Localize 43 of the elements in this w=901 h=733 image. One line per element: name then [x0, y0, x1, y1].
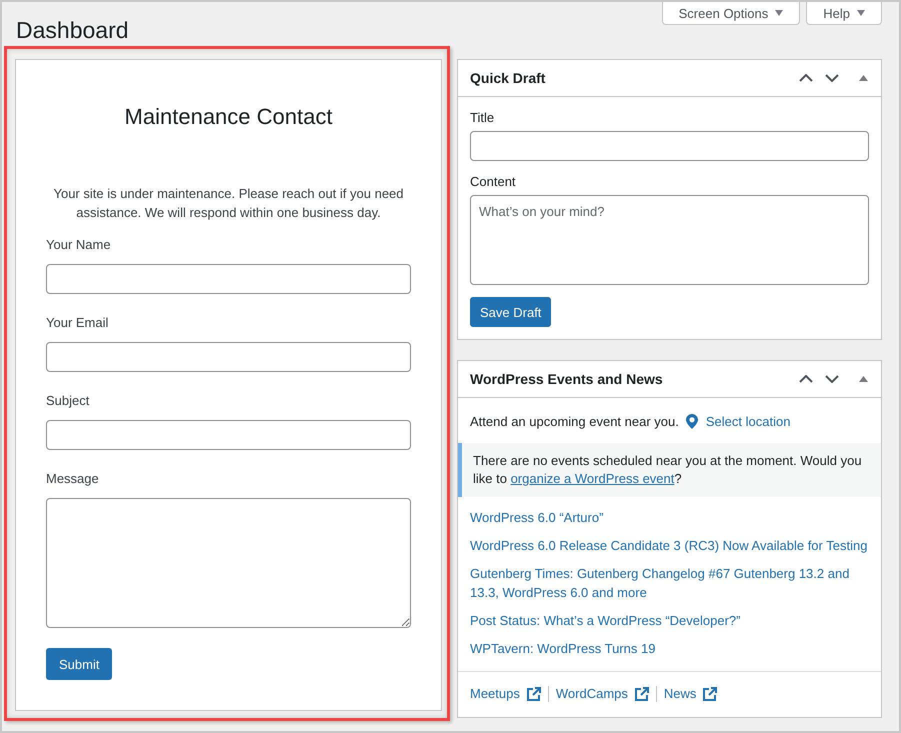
notice-text: There are no events scheduled near you at the moment. Would you like to organize a WordPress event? [473, 452, 863, 488]
external-link-icon [526, 686, 541, 700]
dropdown-button[interactable]: Screen Options [662, 2, 800, 25]
chevron-down-icon [825, 375, 839, 383]
field-label: Your Email [46, 314, 108, 332]
location-pin-icon [686, 414, 698, 429]
field-label: Subject [46, 392, 90, 410]
panel-title: Quick Draft [470, 68, 546, 88]
message-field[interactable] [46, 498, 411, 628]
form-intro: Your site is under maintenance. Please reach out if you need assistance. We will respond within one business day. [52, 185, 405, 222]
chevron-up-icon [799, 375, 813, 383]
headline-link[interactable]: WordPress 6.0 “Arturo” [470, 508, 604, 527]
field-label: Title [470, 109, 494, 127]
external-link[interactable]: News [664, 684, 718, 703]
external-link[interactable]: Meetups [470, 684, 541, 703]
save-draft-button[interactable]: Save Draft [470, 297, 552, 327]
select-location-link[interactable]: Select location [686, 412, 790, 431]
headline-link[interactable]: Post Status: What’s a WordPress “Developer?” [470, 611, 740, 630]
text-field[interactable] [46, 342, 411, 372]
dropdown-button[interactable]: Help [806, 2, 882, 25]
field-label: Your Name [46, 236, 111, 254]
caret-icon [857, 10, 865, 16]
external-link-icon [703, 686, 718, 700]
chevron-up-icon [799, 74, 813, 82]
events-intro-text: Attend an upcoming event near you. [470, 413, 679, 431]
field-label: Content [470, 173, 516, 191]
text-field[interactable] [46, 420, 411, 450]
page-title: Dashboard [16, 16, 129, 45]
caret-icon [775, 10, 784, 16]
chevron-down-icon [825, 74, 839, 82]
organize-event-link[interactable]: organize a WordPress event [510, 471, 674, 486]
text-field[interactable] [46, 264, 411, 294]
submit-button[interactable]: Submit [46, 648, 112, 680]
headline-link[interactable]: WPTavern: WordPress Turns 19 [470, 639, 656, 658]
text-field[interactable] [470, 131, 869, 161]
headline-link[interactable]: WordPress 6.0 Release Candidate 3 (RC3) Now Available for Testing [470, 536, 868, 555]
field-label: Message [46, 470, 99, 488]
panel-title: WordPress Events and News [470, 370, 664, 388]
external-link-icon [634, 686, 649, 700]
content-field[interactable]: What’s on your mind? [470, 195, 869, 285]
form-title: Maintenance Contact [124, 103, 334, 131]
external-link[interactable]: WordCamps [556, 684, 649, 703]
headline-link[interactable]: Gutenberg Times: Gutenberg Changelog #67 Gutenberg 13.2 and 13.3, WordPress 6.0 and more [470, 564, 869, 602]
